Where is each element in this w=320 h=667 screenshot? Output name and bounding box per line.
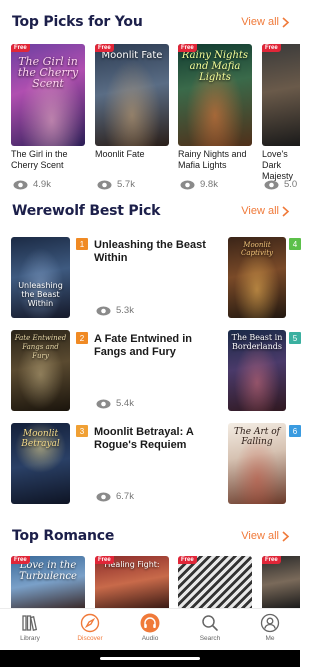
- cover-title: The Beast in Borderlands: [231, 333, 283, 351]
- view-count: 5.4k: [96, 398, 134, 409]
- view-count: 5.0: [264, 179, 300, 190]
- rank-badge: 1: [76, 238, 88, 250]
- section-title: Top Romance: [12, 528, 115, 544]
- cover-title: Moonlit Captivity: [240, 241, 274, 257]
- book-title[interactable]: Moonlit Betrayal: A Rogue's Requiem: [94, 426, 219, 452]
- search-icon: [202, 615, 218, 631]
- eye-icon: [264, 180, 279, 189]
- view-count-value: 5.4k: [116, 398, 134, 409]
- section-title: Top Picks for You: [12, 14, 143, 30]
- book-title[interactable]: A Fate Entwined in Fangs and Fury: [94, 333, 219, 359]
- book-cover[interactable]: Free Rainy Nights and Mafia Lights: [178, 44, 252, 146]
- free-badge: Free: [95, 556, 114, 564]
- free-badge: Free: [262, 44, 281, 52]
- nav-label: Audio: [141, 635, 159, 642]
- view-count-value: 5.7k: [117, 179, 135, 190]
- view-count: 5.7k: [97, 179, 135, 190]
- nav-audio[interactable]: Audio: [125, 613, 175, 642]
- eye-icon: [96, 306, 111, 315]
- book-cover[interactable]: Free: [262, 44, 300, 146]
- nav-label: Me: [265, 635, 275, 642]
- book-title[interactable]: Love's Dark Majesty: [262, 149, 300, 182]
- book-title[interactable]: Unleashing the Beast Within: [94, 239, 219, 265]
- library-icon: [22, 615, 38, 631]
- rank-badge: 3: [76, 425, 88, 437]
- book-title[interactable]: Moonlit Fate: [95, 149, 169, 160]
- book-cover[interactable]: The Beast in Borderlands: [228, 330, 286, 411]
- nav-label: Discover: [77, 635, 103, 642]
- view-all-label: View all: [241, 205, 279, 217]
- chevron-right-icon: [282, 16, 290, 28]
- view-all-link[interactable]: View all: [241, 16, 290, 28]
- view-count-value: 5.0: [284, 179, 298, 190]
- chevron-right-icon: [282, 205, 290, 217]
- book-cover[interactable]: The Art of Falling: [228, 423, 286, 504]
- view-count: 9.8k: [180, 179, 218, 190]
- eye-icon: [13, 180, 28, 189]
- book-cover[interactable]: Free Love in the Turbulence: [11, 556, 85, 608]
- chevron-right-icon: [282, 530, 290, 542]
- view-count-value: 9.8k: [200, 179, 218, 190]
- cover-title: Moonlit Betrayal: [21, 429, 60, 449]
- cover-title: The Girl in the Cherry Scent: [17, 55, 79, 90]
- view-count: 6.7k: [96, 491, 134, 502]
- cover-title: The Art of Falling: [233, 427, 280, 447]
- view-all-label: View all: [241, 530, 279, 542]
- view-count-value: 5.3k: [116, 305, 134, 316]
- nav-label: Library: [20, 635, 40, 642]
- book-cover[interactable]: Unleashing the Beast Within: [11, 237, 70, 318]
- bottom-navigation: Library Discover Audio Search Me: [0, 608, 300, 650]
- free-badge: Free: [11, 556, 30, 564]
- cover-title: Rainy Nights and Mafia Lights: [181, 50, 249, 83]
- eye-icon: [96, 492, 111, 501]
- view-count-value: 6.7k: [116, 491, 134, 502]
- nav-me[interactable]: Me: [245, 613, 295, 642]
- book-cover[interactable]: Free The Girl in the Cherry Scent: [11, 44, 85, 146]
- view-all-link[interactable]: View all: [241, 530, 290, 542]
- book-cover[interactable]: Moonlit Captivity: [228, 237, 286, 318]
- book-cover[interactable]: Free: [178, 556, 252, 608]
- eye-icon: [180, 180, 195, 189]
- rank-badge: 2: [76, 332, 88, 344]
- romance-header: Top Romance View all: [12, 528, 290, 544]
- section-title: Werewolf Best Pick: [12, 203, 161, 219]
- eye-icon: [96, 399, 111, 408]
- view-count: 5.3k: [96, 305, 134, 316]
- book-cover[interactable]: Free Healing Fight:: [95, 556, 169, 608]
- view-all-link[interactable]: View all: [241, 205, 290, 217]
- nav-library[interactable]: Library: [5, 613, 55, 642]
- cover-title: Unleashing the Beast Within: [18, 281, 63, 308]
- view-count-value: 4.9k: [33, 179, 51, 190]
- cover-title: Fate Entwined Fangs and Fury: [14, 334, 67, 360]
- home-indicator[interactable]: [100, 657, 200, 660]
- compass-icon: [80, 613, 100, 633]
- nav-discover[interactable]: Discover: [65, 613, 115, 642]
- book-title[interactable]: Rainy Nights and Mafia Lights: [178, 149, 252, 171]
- view-count: 4.9k: [13, 179, 51, 190]
- free-badge: Free: [262, 556, 281, 564]
- book-cover[interactable]: Fate Entwined Fangs and Fury: [11, 330, 70, 411]
- rank-badge: 5: [289, 332, 301, 344]
- book-cover[interactable]: Free Moonlit Fate: [95, 44, 169, 146]
- book-cover[interactable]: Free: [262, 556, 300, 608]
- eye-icon: [97, 180, 112, 189]
- top-picks-header: Top Picks for You View all: [12, 14, 290, 30]
- system-home-bar: [0, 650, 300, 667]
- book-cover[interactable]: Moonlit Betrayal: [11, 423, 70, 504]
- headphones-icon: [140, 613, 160, 633]
- free-badge: Free: [11, 44, 30, 52]
- free-badge: Free: [95, 44, 114, 52]
- free-badge: Free: [178, 44, 197, 52]
- view-all-label: View all: [241, 16, 279, 28]
- nav-search[interactable]: Search: [185, 613, 235, 642]
- free-badge: Free: [178, 556, 197, 564]
- rank-badge: 4: [289, 238, 301, 250]
- werewolf-header: Werewolf Best Pick View all: [12, 203, 290, 219]
- book-title[interactable]: The Girl in the Cherry Scent: [11, 149, 85, 171]
- rank-badge: 6: [289, 425, 301, 437]
- nav-label: Search: [199, 635, 221, 642]
- profile-icon: [260, 613, 280, 633]
